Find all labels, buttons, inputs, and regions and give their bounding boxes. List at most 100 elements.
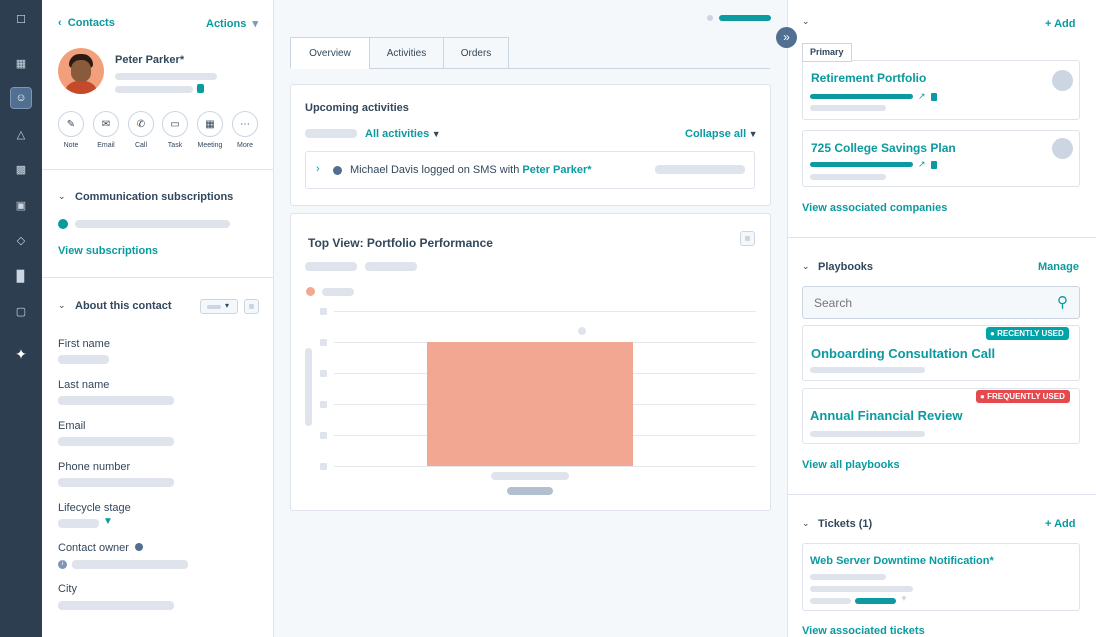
caret-down-icon: ▾	[225, 301, 230, 310]
chart-options-icon[interactable]	[740, 231, 755, 246]
view-companies-link[interactable]: View associated companies	[802, 202, 947, 214]
y-tick	[320, 308, 327, 315]
last-name-label: Last name	[58, 379, 110, 391]
view-subscriptions-link[interactable]: View subscriptions	[58, 245, 158, 257]
city-value[interactable]	[58, 601, 174, 610]
playbook-name[interactable]: Annual Financial Review	[810, 408, 962, 423]
x-axis-label-placeholder	[507, 487, 553, 495]
placeholder-bar	[655, 165, 745, 174]
lifecycle-value[interactable]	[58, 519, 99, 528]
sparkle-icon[interactable]: ✦	[11, 344, 31, 364]
email-icon[interactable]: ✉	[93, 111, 119, 137]
manage-playbooks-link[interactable]: Manage	[1038, 261, 1079, 273]
company-name[interactable]: Retirement Portfolio	[811, 71, 926, 85]
contact-owner-value[interactable]	[72, 560, 188, 569]
info-dot-icon	[135, 543, 143, 551]
phone-value[interactable]	[58, 478, 174, 487]
meeting-label: Meeting	[197, 142, 223, 149]
add-company-button[interactable]: + Add	[1045, 18, 1075, 30]
meeting-icon[interactable]: ▦	[197, 111, 223, 137]
call-icon[interactable]: ✆	[128, 111, 154, 137]
search-icon[interactable]: ⚲	[1057, 293, 1068, 311]
caret-down-icon[interactable]: ▼	[900, 594, 908, 603]
tickets-title[interactable]: Tickets (1)	[818, 518, 872, 530]
search-input[interactable]	[814, 296, 1034, 310]
tab-orders[interactable]: Orders	[443, 37, 509, 69]
more-icon[interactable]: ⋯	[232, 111, 258, 137]
copy-icon[interactable]	[197, 84, 204, 93]
legend-placeholder	[322, 288, 354, 296]
megaphone-icon[interactable]: △	[11, 124, 31, 144]
playbook-name[interactable]: Onboarding Consultation Call	[811, 346, 995, 361]
all-activities-filter[interactable]: All activities ▼	[365, 128, 441, 140]
chevron-down-icon[interactable]: ⌄	[58, 191, 66, 202]
placeholder-bar	[810, 574, 886, 580]
note-icon[interactable]: ✎	[58, 111, 84, 137]
bookmark-icon[interactable]: ☐	[11, 9, 31, 29]
recently-used-badge: ● RECENTLY USED	[986, 327, 1069, 340]
indicator-bar	[719, 15, 771, 21]
external-link-icon[interactable]: ↗	[918, 91, 926, 102]
placeholder-bar	[810, 431, 925, 437]
email-value[interactable]	[58, 437, 174, 446]
back-to-contacts[interactable]: ‹ Contacts	[58, 17, 115, 29]
ticket-status-bar	[855, 598, 896, 604]
global-nav: ☐ ▦ ☺ △ ▩ ▣ ◇ ▉ ▢ ✦	[0, 0, 42, 637]
tab-overview[interactable]: Overview	[290, 37, 370, 69]
bar-chart-icon[interactable]: ▉	[11, 266, 31, 286]
about-settings-dropdown[interactable]: ▾	[200, 299, 238, 314]
about-gear-icon[interactable]	[244, 299, 259, 314]
expand-sidebar-icon[interactable]: »	[776, 27, 797, 48]
gridline	[334, 466, 756, 467]
collapse-all-button[interactable]: Collapse all ▼	[685, 128, 758, 140]
chevron-down-icon[interactable]: ⌄	[802, 261, 810, 272]
grid-icon[interactable]: ▦	[11, 53, 31, 73]
primary-tag: Primary	[802, 43, 852, 62]
playbooks-title[interactable]: Playbooks	[818, 261, 873, 273]
y-tick	[320, 339, 327, 346]
placeholder-bar	[305, 129, 357, 138]
activity-contact-link[interactable]: Peter Parker*	[522, 164, 591, 176]
chart-bar[interactable]	[427, 342, 633, 466]
wallet-icon[interactable]: ▣	[11, 195, 31, 215]
add-ticket-button[interactable]: + Add	[1045, 518, 1075, 530]
placeholder-bar	[115, 86, 193, 93]
ticket-name[interactable]: Web Server Downtime Notification*	[810, 555, 994, 567]
y-axis-label-placeholder	[305, 348, 312, 426]
communication-title[interactable]: Communication subscriptions	[75, 191, 233, 203]
placeholder-bar	[75, 220, 230, 228]
placeholder-bar	[810, 174, 886, 180]
last-name-value[interactable]	[58, 396, 174, 405]
contacts-icon[interactable]: ☺	[10, 87, 32, 109]
task-icon[interactable]: ▭	[162, 111, 188, 137]
actions-dropdown[interactable]: Actions ▾	[206, 17, 258, 30]
task-label: Task	[167, 142, 183, 149]
more-label: More	[237, 142, 253, 149]
chevron-right-icon[interactable]: ›	[316, 163, 320, 175]
caret-down-icon: ▼	[746, 129, 758, 139]
tab-activities[interactable]: Activities	[369, 37, 444, 69]
view-tickets-link[interactable]: View associated tickets	[802, 625, 925, 637]
placeholder-bar	[305, 262, 357, 271]
chevron-down-icon[interactable]: ⌄	[802, 518, 810, 529]
copy-icon[interactable]	[931, 93, 937, 101]
company-card[interactable]	[802, 60, 1080, 120]
company-name[interactable]: 725 College Savings Plan	[811, 141, 956, 155]
folder-icon[interactable]: ▢	[11, 301, 31, 321]
upcoming-activities-title: Upcoming activities	[305, 102, 409, 114]
playbook-search[interactable]: ⚲	[802, 286, 1080, 319]
external-link-icon[interactable]: ↗	[918, 159, 926, 170]
caret-down-icon[interactable]: ▼	[103, 516, 113, 527]
chevron-down-icon[interactable]: ⌄	[802, 16, 810, 27]
about-title[interactable]: About this contact	[75, 300, 172, 312]
placeholder-bar	[810, 367, 925, 373]
chevron-left-icon: ‹	[58, 17, 68, 29]
y-tick	[320, 432, 327, 439]
calendar-icon[interactable]: ▩	[11, 159, 31, 179]
copy-icon[interactable]	[931, 161, 937, 169]
info-icon: i	[58, 560, 67, 569]
first-name-value[interactable]	[58, 355, 109, 364]
hierarchy-icon[interactable]: ◇	[11, 230, 31, 250]
chevron-down-icon[interactable]: ⌄	[58, 300, 66, 311]
view-playbooks-link[interactable]: View all playbooks	[802, 459, 900, 471]
